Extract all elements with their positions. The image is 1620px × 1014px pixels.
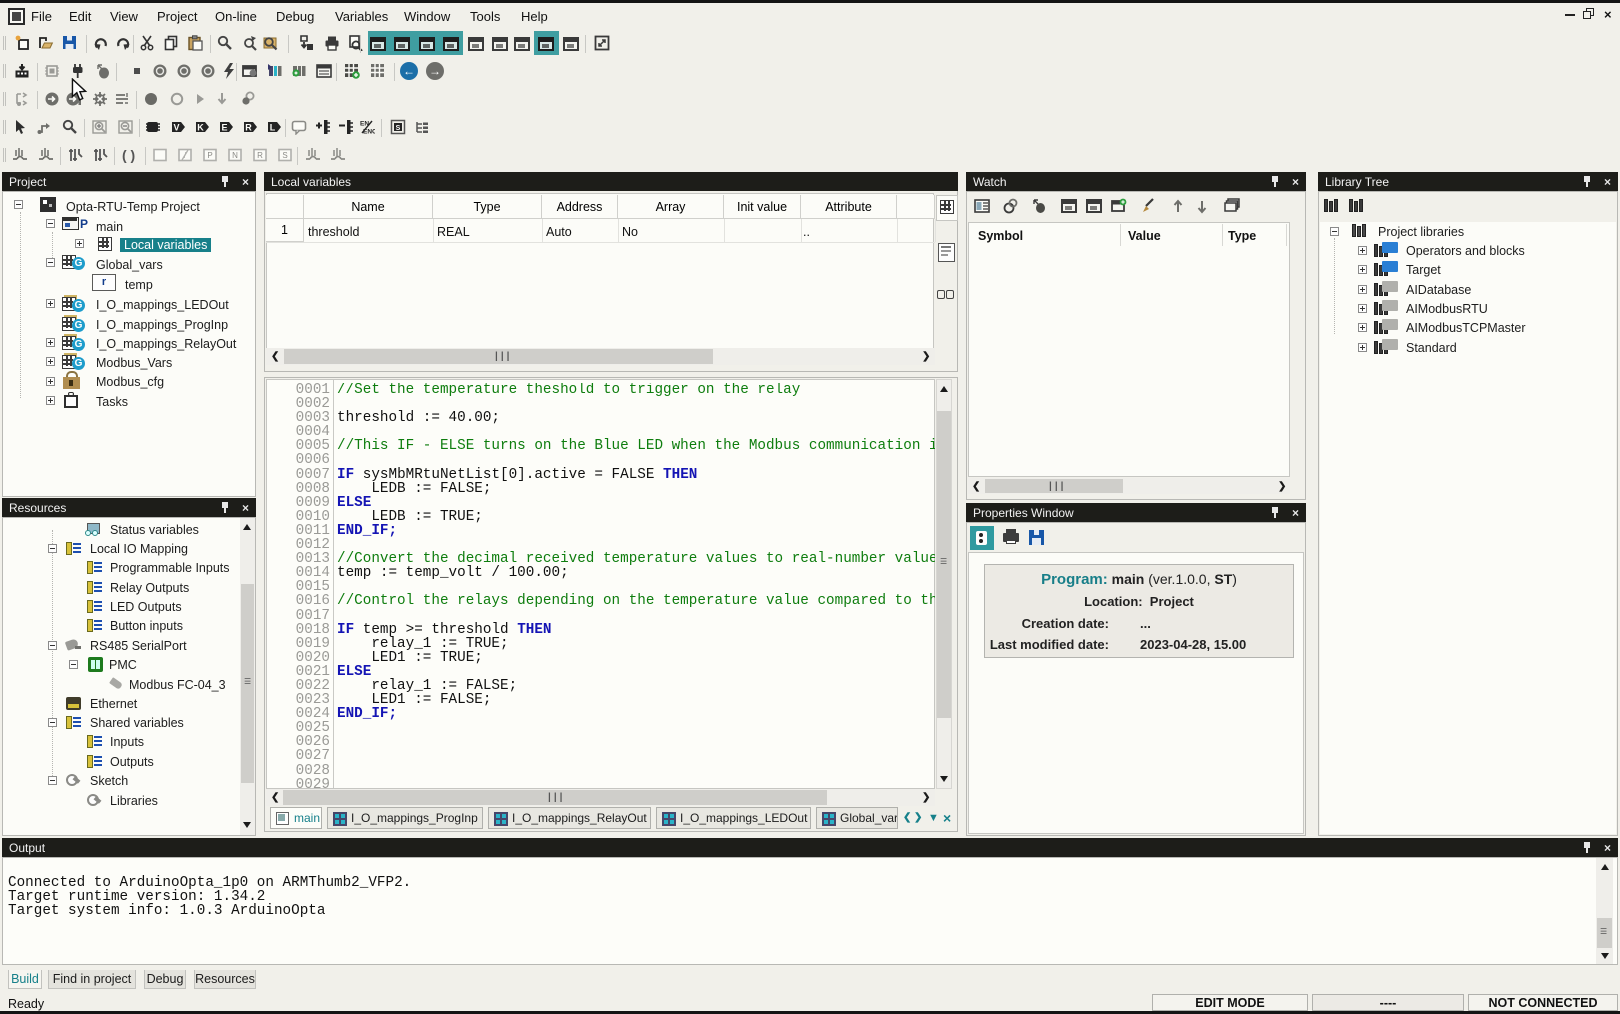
- svg-text:V: V: [173, 123, 179, 133]
- svg-text:S: S: [282, 151, 287, 160]
- svg-text:P: P: [207, 151, 212, 160]
- svg-text:L: L: [270, 123, 276, 133]
- svg-text:R: R: [245, 123, 252, 133]
- svg-text:S: S: [396, 125, 401, 132]
- svg-text:E: E: [221, 123, 227, 133]
- svg-text:ENO: ENO: [363, 129, 375, 136]
- svg-text:K: K: [197, 123, 204, 133]
- svg-text:( ): ( ): [122, 147, 135, 163]
- svg-text:N: N: [232, 151, 238, 160]
- svg-text:R: R: [257, 151, 263, 160]
